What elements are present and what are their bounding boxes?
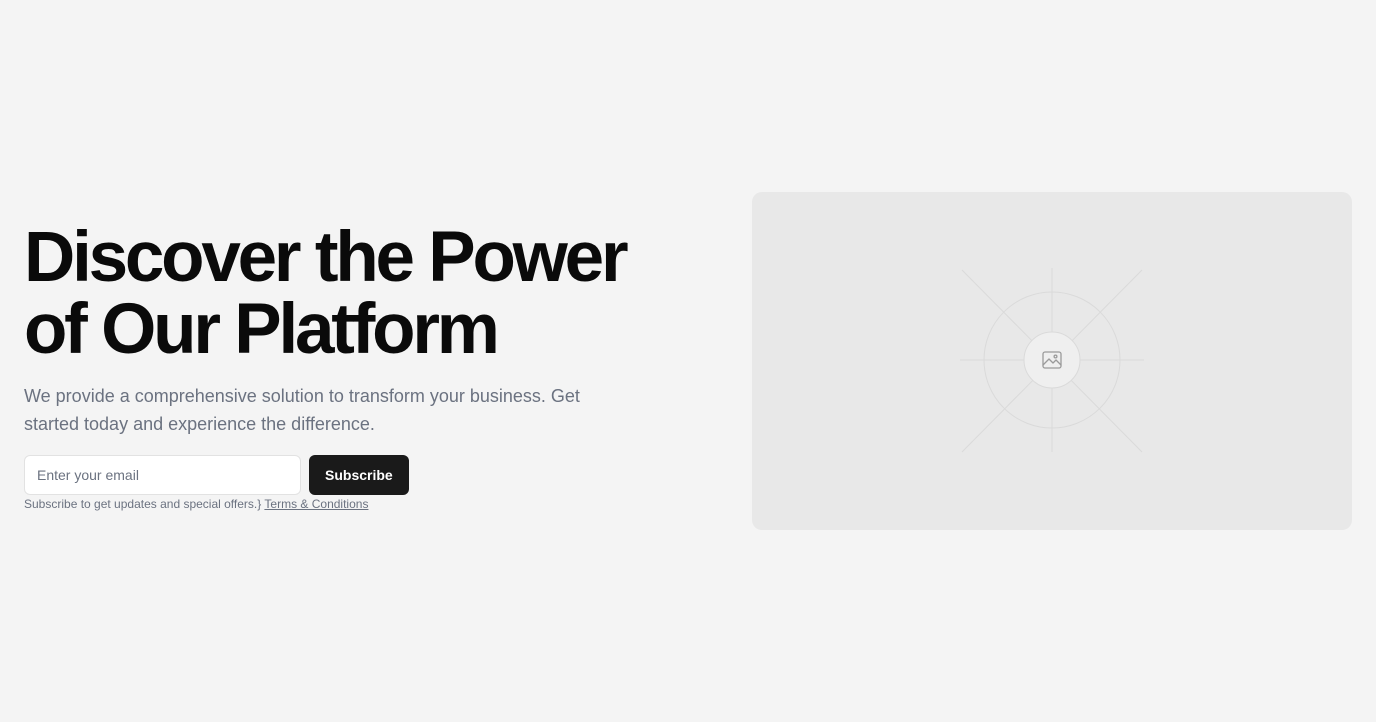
terms-link[interactable]: Terms & Conditions xyxy=(264,497,368,511)
signup-form: Subscribe xyxy=(24,455,684,495)
signup-fineprint: Subscribe to get updates and special off… xyxy=(24,496,684,512)
subscribe-button[interactable]: Subscribe xyxy=(309,455,409,495)
hero-title-line2: of Our Platform xyxy=(24,290,500,369)
hero-title-line1: Discover the Power xyxy=(24,218,629,297)
hero-section: Discover the Power of Our Platform We pro… xyxy=(0,0,1376,722)
email-input[interactable] xyxy=(24,455,301,495)
hero-image-placeholder xyxy=(752,192,1352,530)
fineprint-text: Subscribe to get updates and special off… xyxy=(24,497,262,511)
placeholder-graphic xyxy=(960,268,1144,453)
hero-title: Discover the Power of Our Platform xyxy=(24,222,684,366)
hero-subtitle: We provide a comprehensive solution to t… xyxy=(24,386,580,434)
hero-content: Discover the Power of Our Platform We pro… xyxy=(24,222,684,512)
